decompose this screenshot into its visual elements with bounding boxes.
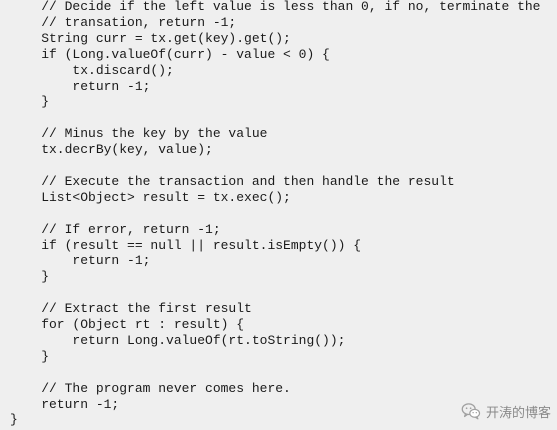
- watermark: 开涛的博客: [460, 400, 551, 422]
- code-line: // The program never comes here.: [10, 380, 291, 396]
- code-line: return Long.valueOf(rt.toString());: [10, 332, 346, 348]
- code-line: // Decide if the left value is less than…: [10, 0, 541, 14]
- watermark-text: 开涛的博客: [485, 405, 551, 421]
- code-line: // Minus the key by the value: [10, 126, 268, 142]
- code-line: tx.decrBy(key, value);: [10, 142, 213, 158]
- code-line: }: [10, 348, 50, 364]
- code-line: return -1;: [10, 253, 151, 269]
- code-line: if (Long.valueOf(curr) - value < 0) {: [10, 46, 330, 62]
- code-line: List<Object> result = tx.exec();: [10, 189, 291, 205]
- code-line: for (Object rt : result) {: [10, 317, 245, 332]
- code-line: return -1;: [10, 78, 151, 94]
- code-line: // Execute the transaction and then hand…: [10, 173, 455, 189]
- code-line: // If error, return -1;: [10, 221, 221, 237]
- wechat-icon: [461, 403, 481, 420]
- code-line: String curr = tx.get(key).get();: [10, 30, 291, 46]
- code-line: if (result == null || result.isEmpty()) …: [10, 237, 362, 253]
- code-line: return -1;: [10, 396, 120, 412]
- code-line: // Extract the first result: [10, 301, 252, 317]
- code-line: }: [10, 269, 50, 285]
- code-line: tx.discard();: [10, 62, 174, 78]
- code-line: // transation, return -1;: [10, 14, 237, 30]
- code-block: // Decide if the left value is less than…: [0, 0, 557, 430]
- code-line: }: [10, 412, 18, 428]
- code-line: }: [10, 94, 50, 110]
